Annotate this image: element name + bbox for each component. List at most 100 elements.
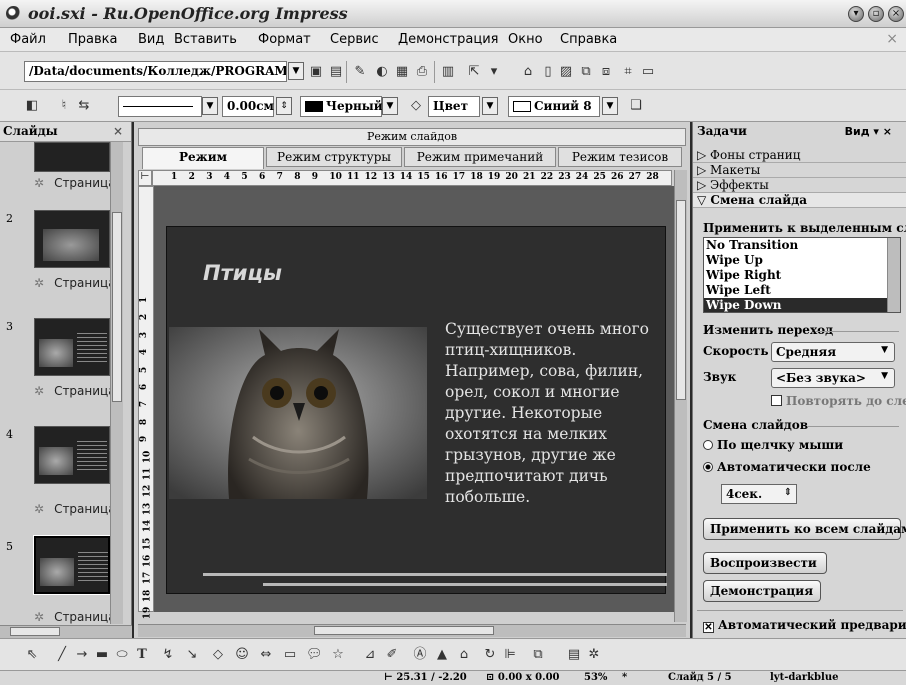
menu-slideshow[interactable]: Демонстрация — [398, 32, 498, 47]
shadow-icon[interactable]: ❑ — [628, 98, 644, 114]
presentation-icon[interactable]: ⧈ — [598, 64, 614, 80]
tab-notes-view[interactable]: Режим примечаний — [404, 147, 556, 167]
slide-thumbnail-3[interactable] — [34, 318, 110, 376]
close-document-icon[interactable]: × — [886, 31, 898, 47]
extrusion-icon[interactable]: ▤ — [566, 647, 582, 663]
save-icon[interactable]: ▣ — [308, 64, 324, 80]
transition-item[interactable]: Wipe Right — [704, 268, 900, 283]
maximize-button[interactable]: ▫ — [868, 6, 884, 22]
edit-file-icon[interactable]: ✎ — [352, 64, 368, 80]
gallery-icon[interactable]: ⌂ — [456, 647, 472, 663]
sound-select[interactable]: <Без звука> ▼ — [771, 368, 895, 388]
navigator-icon[interactable]: ⇱ — [466, 64, 482, 80]
transition-item[interactable]: Wipe Up — [704, 253, 900, 268]
menu-insert[interactable]: Вставить — [174, 32, 237, 47]
editor-horizontal-scrollbar[interactable] — [138, 624, 686, 637]
points-icon[interactable]: ⊿ — [362, 647, 378, 663]
table-icon[interactable]: ▥ — [440, 64, 456, 80]
menu-view[interactable]: Вид — [138, 32, 164, 47]
slide[interactable]: Птицы Существует очень много птиц-хищник… — [166, 226, 667, 594]
export-pdf-icon[interactable]: ◐ — [374, 64, 390, 80]
menu-file[interactable]: Файл — [10, 32, 46, 47]
styles-icon[interactable]: ◧ — [24, 98, 40, 114]
glue-points-icon[interactable]: ✐ — [384, 647, 400, 663]
line-width-field[interactable]: 0.00см — [222, 96, 274, 117]
menu-window[interactable]: Окно — [508, 32, 543, 47]
gallery-icon[interactable]: ⌂ — [520, 64, 536, 80]
auto-preview-checkbox[interactable]: ✕ Автоматический предварител — [703, 618, 906, 633]
ellipse-icon[interactable]: ⬭ — [114, 647, 130, 663]
play-button[interactable]: Воспроизвести — [703, 552, 827, 574]
line-color-dropdown-icon[interactable]: ▼ — [382, 97, 398, 115]
view-menu[interactable]: Вид ▾ × — [845, 125, 892, 138]
tab-outline-view[interactable]: Режим структуры — [266, 147, 402, 167]
area-color-dropdown-icon[interactable]: ▼ — [602, 97, 618, 115]
line-tool-icon[interactable]: ╱ — [54, 647, 70, 663]
arrange-icon[interactable]: ⧉ — [530, 647, 546, 663]
transition-item[interactable]: Wipe Left — [704, 283, 900, 298]
area-color-field[interactable]: Синий 8 — [508, 96, 600, 117]
alignment-icon[interactable]: ⊫ — [502, 647, 518, 663]
slide-thumbnail-1[interactable] — [34, 142, 110, 172]
print-direct-icon[interactable]: ⎙ — [414, 64, 430, 80]
on-click-radio[interactable]: По щелчку мыши — [703, 438, 843, 452]
arrow-style-icon[interactable]: ⇆ — [76, 98, 92, 114]
url-dropdown-icon[interactable]: ▼ — [288, 62, 304, 80]
slide-body-text[interactable]: Существует очень много птиц-хищников. На… — [445, 319, 663, 508]
slide-icon[interactable]: ⧉ — [578, 64, 594, 80]
transition-item[interactable]: No Transition — [704, 238, 900, 253]
image-icon[interactable]: ▨ — [558, 64, 574, 80]
apply-to-all-button[interactable]: Применить ко всем слайдам — [703, 518, 906, 540]
section-slide-transition[interactable]: ▽ Смена слайда — [693, 193, 906, 208]
from-file-icon[interactable]: ▲ — [434, 647, 450, 663]
menu-help[interactable]: Справка — [560, 32, 617, 47]
menu-edit[interactable]: Правка — [68, 32, 117, 47]
fontwork-icon[interactable]: Ⓐ — [412, 647, 428, 663]
line-style-field[interactable] — [118, 96, 202, 117]
interaction-icon[interactable]: ✲ — [586, 647, 602, 663]
auto-time-spinner[interactable]: 4сек. ⇕ — [721, 484, 797, 504]
area-style-field[interactable]: Цвет — [428, 96, 480, 117]
save-as-icon[interactable]: ▤ — [328, 64, 344, 80]
flowchart-icon[interactable]: ▭ — [282, 647, 298, 663]
line-icon[interactable]: ♮ — [56, 98, 72, 114]
help-icon[interactable]: ⌗ — [620, 64, 636, 80]
rectangle-icon[interactable]: ▬ — [94, 647, 110, 663]
auto-after-radio[interactable]: Автоматически после — [703, 460, 871, 474]
chevron-down-icon[interactable]: ▾ — [486, 64, 502, 80]
connector-icon[interactable]: ↘ — [184, 647, 200, 663]
transition-list[interactable]: No Transition Wipe Up Wipe Right Wipe Le… — [703, 237, 901, 313]
doc-icon[interactable]: ▯ — [540, 64, 556, 80]
close-icon[interactable]: × — [113, 124, 123, 138]
slide-thumbnail-5-selected[interactable] — [33, 535, 111, 595]
transition-item-selected[interactable]: Wipe Down — [704, 298, 900, 312]
close-button[interactable]: × — [888, 6, 904, 22]
tab-handout-view[interactable]: Режим тезисов — [558, 147, 682, 167]
select-icon[interactable]: ⇖ — [24, 647, 40, 663]
speed-select[interactable]: Средняя ▼ — [771, 342, 895, 362]
slides-horizontal-scrollbar[interactable] — [0, 625, 132, 638]
callouts-icon[interactable]: 💬︎ — [306, 647, 323, 663]
area-style-dropdown-icon[interactable]: ▼ — [482, 97, 498, 115]
owl-photo[interactable] — [169, 327, 427, 499]
line-style-dropdown-icon[interactable]: ▼ — [202, 97, 218, 115]
slide-thumbnail-2[interactable] — [34, 210, 110, 268]
rotate-icon[interactable]: ↻ — [482, 647, 498, 663]
arrow-tool-icon[interactable]: → — [74, 647, 90, 663]
tab-drawing-view[interactable]: Режим рисования — [142, 147, 264, 182]
loop-sound-checkbox[interactable]: Повторять до сле — [771, 394, 906, 408]
slideshow-button[interactable]: Демонстрация — [703, 580, 821, 602]
line-width-spinner-icon[interactable]: ⇕ — [276, 97, 292, 115]
curve-icon[interactable]: ↯ — [160, 647, 176, 663]
line-color-field[interactable]: Черный — [300, 96, 383, 117]
load-url-field[interactable]: /Data/documents/Колледж/PROGRAM — [24, 61, 287, 82]
fill-icon[interactable]: ◇ — [408, 98, 424, 114]
symbol-shapes-icon[interactable]: ☺ — [234, 647, 250, 663]
section-master-pages[interactable]: ▷ Фоны страниц — [693, 148, 906, 163]
app-icon[interactable] — [6, 6, 21, 21]
stars-icon[interactable]: ☆ — [330, 647, 346, 663]
section-effects[interactable]: ▷ Эффекты — [693, 178, 906, 193]
transition-list-scrollbar[interactable] — [887, 238, 900, 312]
print-icon[interactable]: ▦ — [394, 64, 410, 80]
slides-vertical-scrollbar[interactable] — [110, 142, 123, 624]
